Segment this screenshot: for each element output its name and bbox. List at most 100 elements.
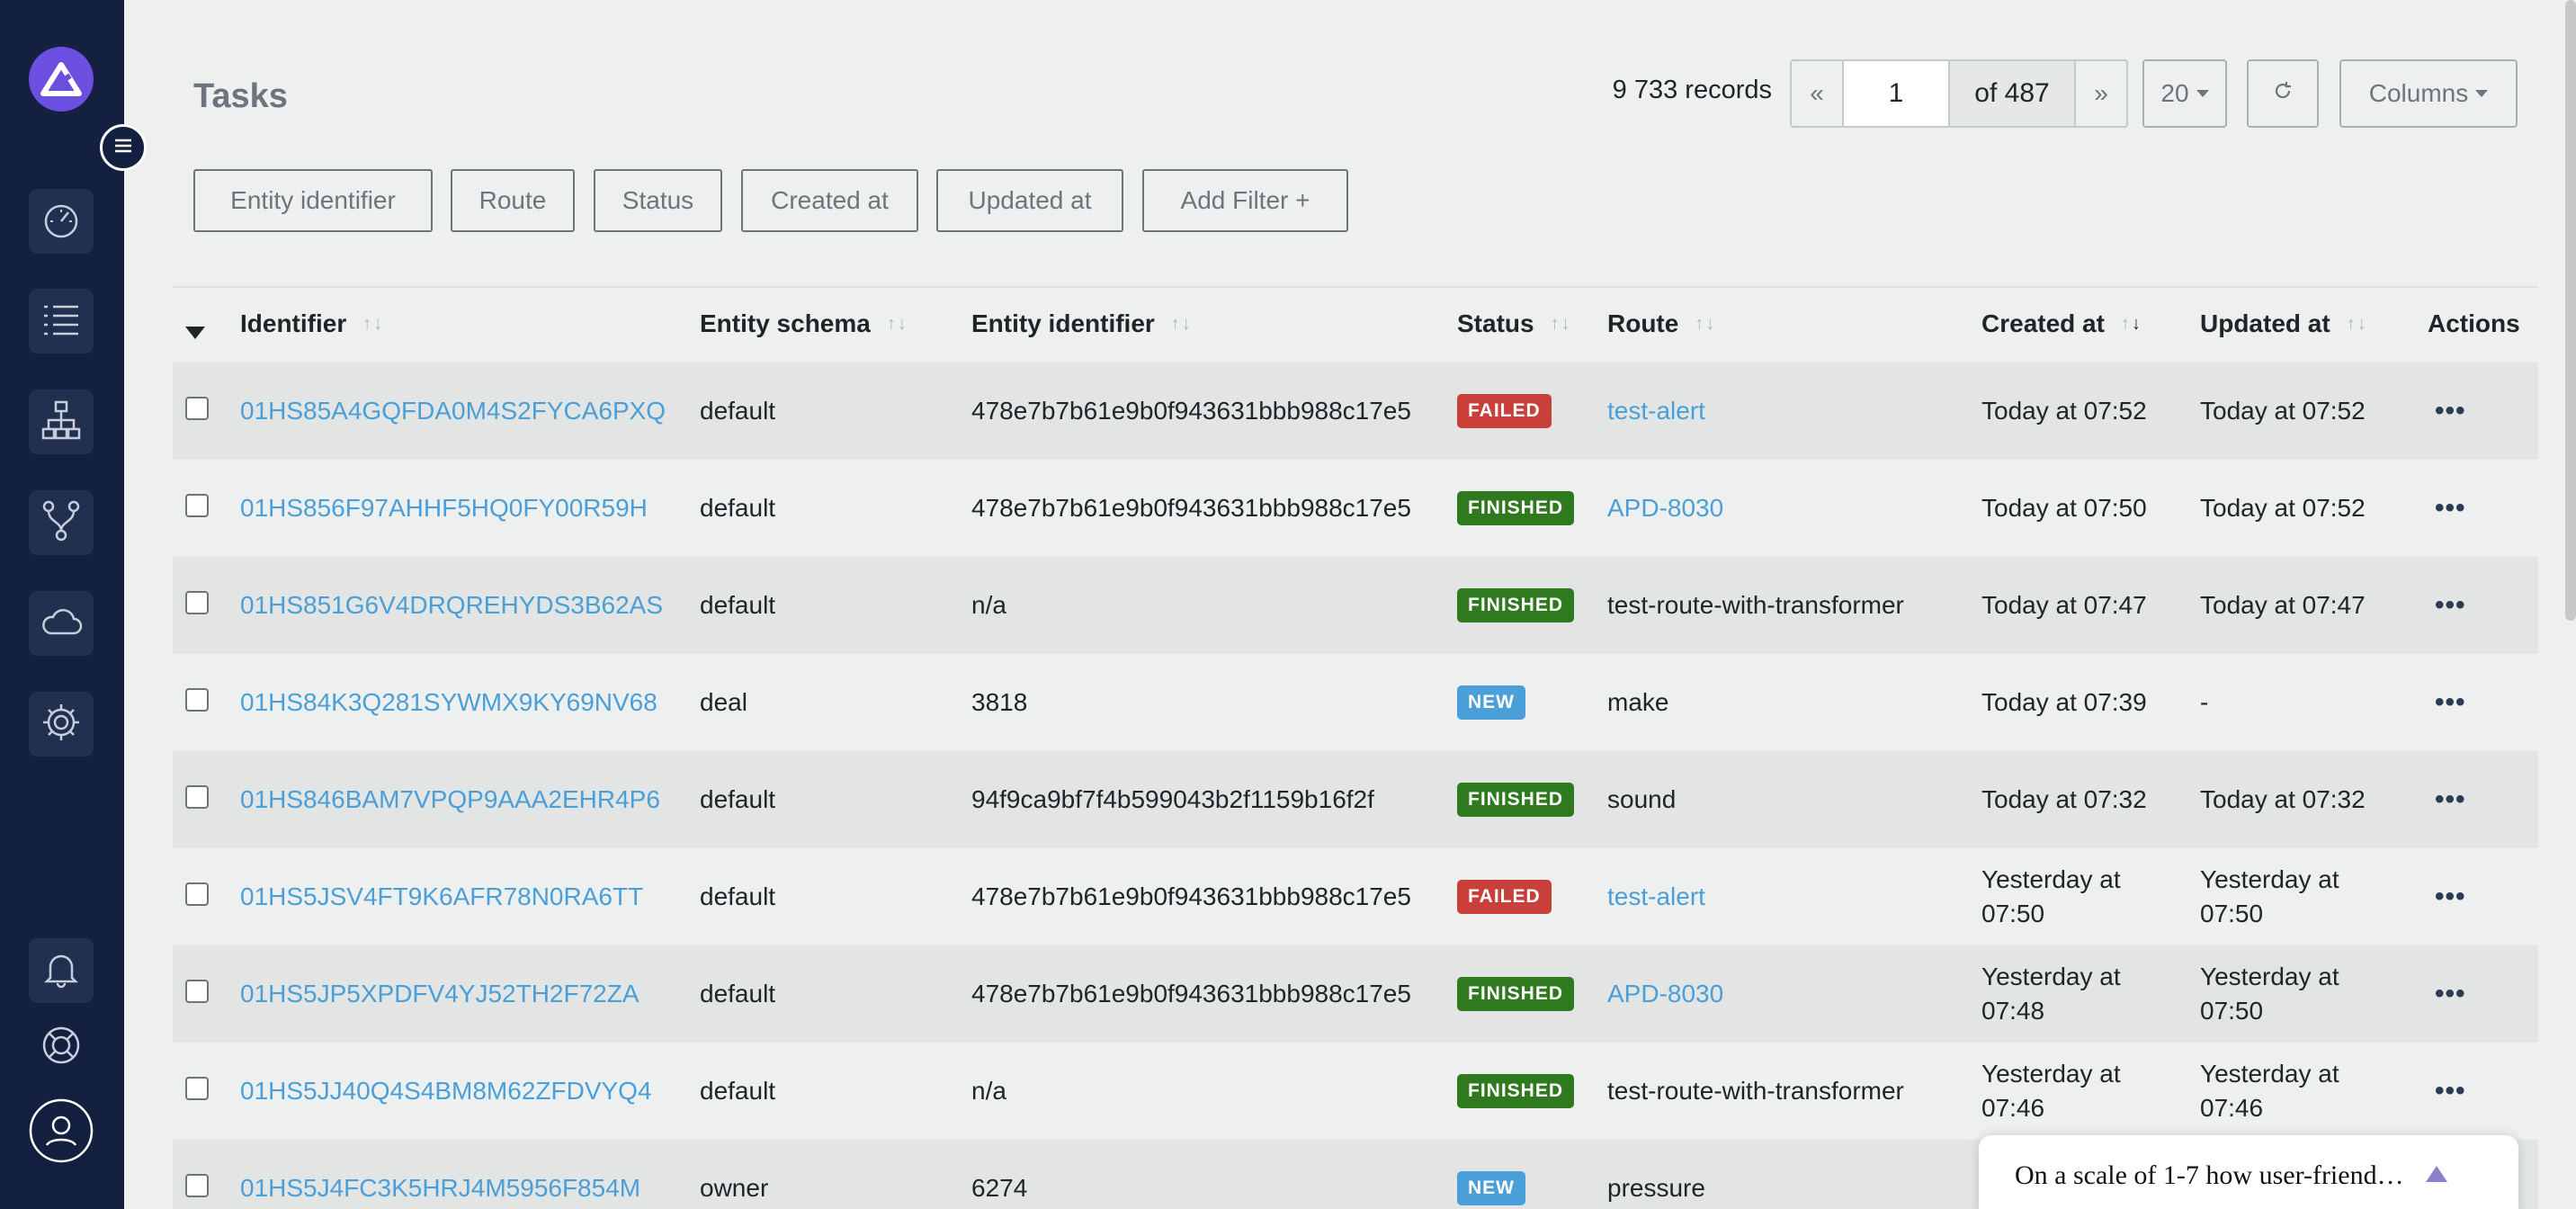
route-cell[interactable]: test-alert: [1607, 848, 1705, 945]
entity-identifier-cell: 94f9ca9bf7f4b599043b2f1159b16f2f: [971, 785, 1374, 813]
row-checkbox[interactable]: [185, 1077, 209, 1100]
route-cell[interactable]: APD-8030: [1607, 460, 1723, 557]
filter-created-at[interactable]: Created at: [741, 169, 918, 232]
route-cell[interactable]: APD-8030: [1607, 945, 1723, 1043]
table-row: 01HS84K3Q281SYWMX9KY69NV68 deal 3818 NEW mak…: [173, 654, 2538, 751]
branch-icon: [41, 500, 81, 546]
refresh-button[interactable]: [2247, 59, 2319, 128]
created-at-cell: Today at 07:52: [1981, 397, 2147, 425]
app-logo[interactable]: [29, 47, 94, 112]
chevron-up-icon[interactable]: [2424, 1160, 2449, 1191]
sort-icon-active[interactable]: ↑↓: [2121, 314, 2142, 335]
add-filter-button[interactable]: Add Filter +: [1142, 169, 1348, 232]
task-id-link[interactable]: 01HS5JJ40Q4S4BM8M62ZFDVYQ4: [240, 1043, 652, 1140]
next-page-button[interactable]: »: [2076, 61, 2126, 126]
route-cell: test-route-with-transformer: [1607, 591, 1904, 619]
expand-all-toggle[interactable]: [185, 317, 205, 345]
column-label: Status: [1457, 309, 1534, 337]
entity-identifier-cell: 478e7b7b61e9b0f943631bbb988c17e5: [971, 397, 1411, 425]
columns-button[interactable]: Columns: [2339, 59, 2518, 128]
feedback-text: On a scale of 1-7 how user-friend…: [2015, 1160, 2404, 1190]
user-icon: [29, 1098, 94, 1168]
sidebar-item-help[interactable]: [29, 1015, 94, 1079]
row-checkbox[interactable]: [185, 591, 209, 614]
scrollbar[interactable]: [2565, 0, 2576, 621]
status-cell: FINISHED: [1457, 1043, 1575, 1140]
row-checkbox[interactable]: [185, 882, 209, 906]
task-id-link[interactable]: 01HS856F97AHHF5HQ0FY00R59H: [240, 460, 648, 557]
sidebar-item-tasks[interactable]: [29, 289, 94, 354]
sidebar-item-profile[interactable]: [29, 1098, 94, 1168]
column-label: Entity identifier: [971, 309, 1155, 337]
row-checkbox[interactable]: [185, 1174, 209, 1197]
route-cell[interactable]: test-alert: [1607, 363, 1705, 460]
page-size-select[interactable]: 20: [2142, 59, 2227, 128]
updated-at-cell: Yesterday at 07:50: [2200, 865, 2339, 927]
columns-label: Columns: [2368, 79, 2469, 107]
row-checkbox[interactable]: [185, 980, 209, 1003]
route-cell: pressure: [1607, 1174, 1705, 1202]
page-input[interactable]: 1: [1842, 61, 1950, 126]
updated-at-cell: Yesterday at 07:50: [2200, 963, 2339, 1025]
row-actions-menu[interactable]: •••: [2435, 654, 2466, 751]
first-page-button[interactable]: «: [1792, 61, 1842, 126]
column-header-status[interactable]: Status ↑↓: [1457, 309, 1572, 338]
filter-route[interactable]: Route: [451, 169, 575, 232]
column-header-entity-schema[interactable]: Entity schema ↑↓: [700, 309, 908, 338]
task-id-link[interactable]: 01HS846BAM7VPQP9AAA2EHR4P6: [240, 751, 660, 848]
sidebar-item-dashboard[interactable]: [29, 189, 94, 254]
row-actions-menu[interactable]: •••: [2435, 848, 2466, 945]
chevron-down-icon: [2475, 90, 2489, 97]
row-actions-menu[interactable]: •••: [2435, 557, 2466, 654]
sidebar-item-schemas[interactable]: [29, 390, 94, 454]
gear-icon: [40, 702, 82, 748]
filter-entity-identifier[interactable]: Entity identifier: [193, 169, 433, 232]
sidebar-item-cloud[interactable]: [29, 591, 94, 656]
page-total: of 487: [1950, 61, 2076, 126]
row-actions-menu[interactable]: •••: [2435, 363, 2466, 460]
task-id-link[interactable]: 01HS85A4GQFDA0M4S2FYCA6PXQ: [240, 363, 666, 460]
row-checkbox[interactable]: [185, 688, 209, 712]
row-actions-menu[interactable]: •••: [2435, 1043, 2466, 1140]
column-header-actions: Actions: [2428, 309, 2520, 338]
sort-icon[interactable]: ↑↓: [1171, 314, 1193, 335]
row-checkbox[interactable]: [185, 397, 209, 420]
row-actions-menu[interactable]: •••: [2435, 460, 2466, 557]
table-row: 01HS85A4GQFDA0M4S2FYCA6PXQ default 478e7b7…: [173, 363, 2538, 460]
sidebar-item-settings[interactable]: [29, 692, 94, 757]
sidebar-item-routes[interactable]: [29, 490, 94, 555]
column-header-entity-identifier[interactable]: Entity identifier ↑↓: [971, 309, 1193, 338]
column-label: Route: [1607, 309, 1679, 337]
filter-updated-at[interactable]: Updated at: [936, 169, 1123, 232]
table-row: 01HS5JP5XPDFV4YJ52TH2F72ZA default 478e7b7…: [173, 945, 2538, 1043]
sidebar: [0, 0, 124, 1209]
filter-status[interactable]: Status: [594, 169, 722, 232]
feedback-widget[interactable]: On a scale of 1-7 how user-friend…: [1979, 1135, 2518, 1209]
column-header-updated-at[interactable]: Updated at ↑↓: [2200, 309, 2368, 338]
row-actions-menu[interactable]: •••: [2435, 945, 2466, 1043]
column-header-identifier[interactable]: Identifier ↑↓: [240, 309, 384, 338]
sidebar-toggle-button[interactable]: [100, 124, 147, 171]
column-header-route[interactable]: Route ↑↓: [1607, 309, 1716, 338]
page-title: Tasks: [193, 77, 288, 115]
sort-icon[interactable]: ↑↓: [1551, 314, 1572, 335]
sort-icon[interactable]: ↑↓: [1695, 314, 1716, 335]
sort-icon[interactable]: ↑↓: [362, 314, 384, 335]
task-id-link[interactable]: 01HS84K3Q281SYWMX9KY69NV68: [240, 654, 657, 751]
cloud-icon: [40, 606, 83, 641]
sort-icon[interactable]: ↑↓: [2347, 314, 2368, 335]
task-id-link[interactable]: 01HS5J4FC3K5HRJ4M5956F854M: [240, 1140, 640, 1209]
column-header-created-at[interactable]: Created at ↑↓: [1981, 309, 2142, 338]
row-actions-menu[interactable]: •••: [2435, 751, 2466, 848]
task-id-link[interactable]: 01HS5JP5XPDFV4YJ52TH2F72ZA: [240, 945, 640, 1043]
caret-down-icon: [185, 317, 205, 345]
entity-schema-cell: default: [700, 1077, 776, 1105]
task-id-link[interactable]: 01HS5JSV4FT9K6AFR78N0RA6TT: [240, 848, 643, 945]
sort-icon[interactable]: ↑↓: [887, 314, 908, 335]
row-checkbox[interactable]: [185, 494, 209, 517]
row-checkbox[interactable]: [185, 785, 209, 809]
sidebar-item-notifications[interactable]: [29, 938, 94, 1003]
created-at-cell: Yesterday at 07:50: [1981, 865, 2121, 927]
entity-identifier-cell: 6274: [971, 1174, 1028, 1202]
task-id-link[interactable]: 01HS851G6V4DRQREHYDS3B62AS: [240, 557, 663, 654]
